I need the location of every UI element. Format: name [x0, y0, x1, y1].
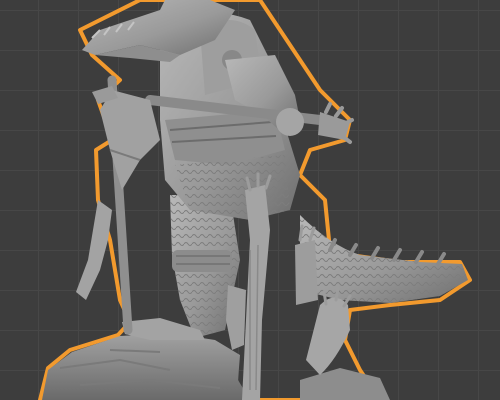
scene: [0, 0, 500, 400]
scene-svg: [38, 0, 472, 400]
3d-viewport[interactable]: [0, 0, 500, 400]
legs: [122, 195, 240, 340]
tail: [300, 215, 468, 303]
